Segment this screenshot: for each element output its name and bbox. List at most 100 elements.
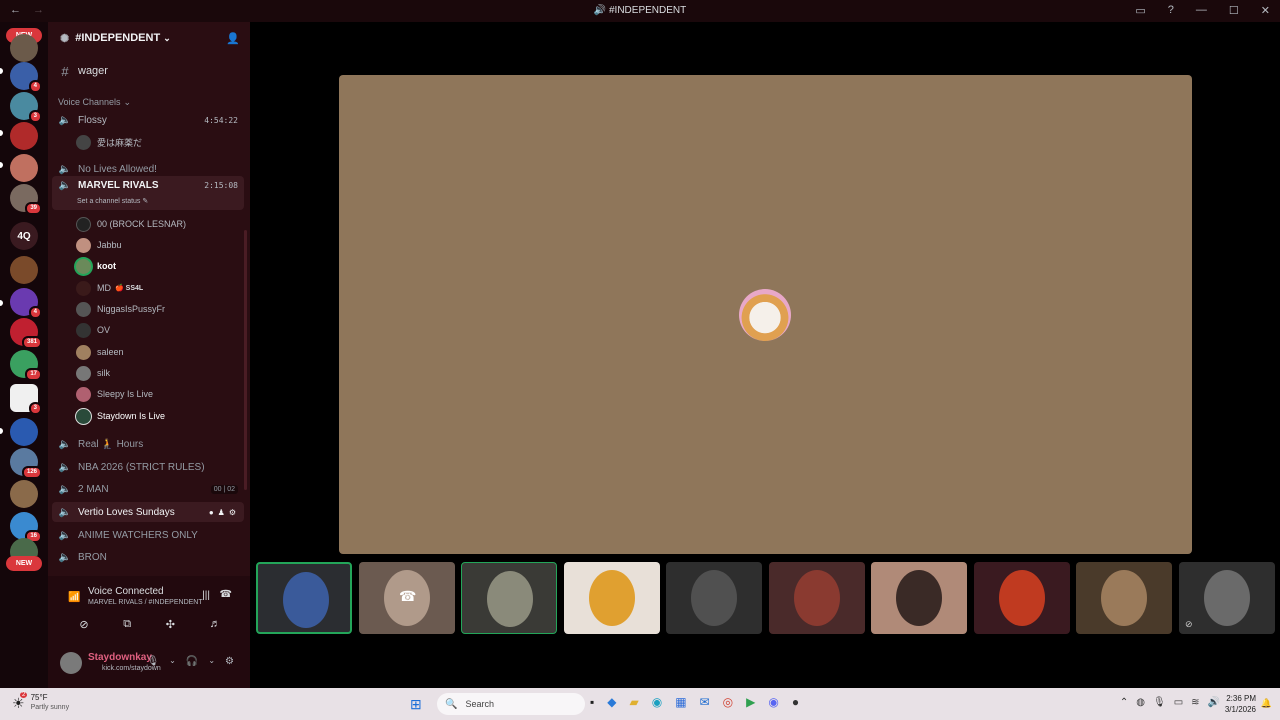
files-icon[interactable]: ▪	[590, 695, 594, 709]
username[interactable]: Staydownkay	[88, 652, 152, 663]
wifi-icon[interactable]: ≋	[1191, 697, 1199, 708]
minimize-icon[interactable]: —	[1196, 4, 1207, 17]
participant-tile[interactable]	[666, 562, 762, 634]
clock[interactable]: 2:36 PM 3/1/2026	[1225, 693, 1256, 715]
signal-icon[interactable]: 📶	[68, 592, 80, 603]
forward-button[interactable]: →	[33, 4, 44, 16]
speaker-icon: 🔈	[58, 506, 72, 518]
avatar[interactable]	[60, 652, 82, 674]
voice-user[interactable]: Sleepy Is Live	[76, 384, 153, 404]
soundboard-icon[interactable]: |||	[202, 590, 210, 601]
microphone-icon[interactable]: 🎙	[146, 656, 159, 667]
weather-icon: ☀ 2	[12, 691, 28, 711]
participant-tile[interactable]	[256, 562, 352, 634]
chevron-down-icon[interactable]: ⌄	[169, 656, 176, 667]
server-icon[interactable]: 17	[10, 350, 42, 381]
server-icon[interactable]	[10, 480, 38, 508]
back-button[interactable]: ←	[10, 4, 21, 16]
activities-icon[interactable]: ✣	[166, 618, 175, 638]
server-icon[interactable]	[10, 34, 38, 62]
microphone-icon[interactable]: 🎙	[1153, 697, 1166, 708]
server-icon[interactable]: 4	[10, 62, 42, 93]
voice-user[interactable]: koot	[76, 256, 116, 276]
voice-channel-path[interactable]: MARVEL RIVALS / #INDEPENDENT	[88, 599, 203, 606]
voice-channel-marvel-rivals[interactable]: 🔈 MARVEL RIVALS 2:15:08 Set a channel st…	[52, 176, 244, 210]
camera-off-icon[interactable]: ⊘	[79, 618, 88, 638]
search-box[interactable]: 🔍 Search	[437, 693, 585, 715]
outlook-icon[interactable]: ✉	[700, 695, 710, 709]
server-icon[interactable]	[10, 418, 38, 446]
voice-user[interactable]: 00 (BROCK LESNAR)	[76, 214, 186, 234]
voice-user[interactable]: Staydown Is Live	[76, 406, 165, 426]
chevron-up-icon[interactable]: ⌃	[1120, 697, 1128, 708]
voice-category[interactable]: Voice Channels ⌄	[52, 92, 244, 112]
voice-user[interactable]: saleen	[76, 342, 124, 362]
voice-channel-2-man[interactable]: 🔈 2 MAN 00 | 02	[52, 479, 244, 499]
server-icon[interactable]: 381	[10, 318, 42, 349]
voice-user[interactable]: 愛は麻薬だ	[76, 132, 142, 152]
display-icon[interactable]: ▭	[1174, 697, 1183, 708]
voice-channel-real-hours[interactable]: 🔈 Real 🧎 Hours	[52, 434, 244, 454]
invite-icon[interactable]: 👤	[226, 32, 240, 45]
focused-video-stage[interactable]	[339, 75, 1192, 554]
server-icon[interactable]: 16	[10, 512, 42, 543]
server-icon[interactable]: 4	[10, 288, 42, 319]
app-icon[interactable]: ◆	[607, 695, 616, 709]
participant-tile[interactable]	[1076, 562, 1172, 634]
store-icon[interactable]: ▦	[675, 695, 686, 709]
participant-tile[interactable]: ☎	[359, 562, 455, 634]
voice-channel-flossy[interactable]: 🔈 Flossy 4:54:22	[52, 110, 244, 130]
app-icon[interactable]: ▶	[746, 695, 755, 709]
gear-icon[interactable]: ⚙	[225, 656, 234, 667]
voice-channel-bron[interactable]: 🔈 BRON	[52, 547, 244, 567]
voice-channel-vertio[interactable]: 🔈 Vertio Loves Sundays ●♟⚙	[52, 502, 244, 522]
voice-user[interactable]: MD 🍎 SS4L	[76, 278, 143, 298]
disconnect-icon[interactable]: ☎	[220, 589, 232, 600]
network-icon[interactable]: ◍	[1136, 697, 1145, 708]
voice-user[interactable]: OV🎙̸	[76, 320, 250, 340]
server-icon[interactable]: 126	[10, 448, 42, 479]
edge-icon[interactable]: ◉	[652, 695, 662, 709]
participant-tile[interactable]	[974, 562, 1070, 634]
discord-icon[interactable]: ◉	[768, 695, 778, 709]
search-icon: 🔍	[445, 698, 458, 710]
headphones-icon[interactable]: 🎧	[186, 656, 198, 667]
server-header[interactable]: ✺ #INDEPENDENT ⌄ 👤	[48, 22, 250, 54]
server-icon[interactable]: 4Q	[10, 222, 38, 250]
windows-start-icon[interactable]: ⊞	[410, 696, 422, 713]
weather-widget[interactable]: ☀ 2 75°F Partly sunny	[12, 691, 69, 713]
chevron-down-icon[interactable]: ⌄	[208, 656, 215, 667]
participant-tile[interactable]: ⊘	[1179, 562, 1275, 634]
voice-user[interactable]: NiggasIsPussyFr	[76, 299, 165, 319]
soundboard-button-icon[interactable]: ♬	[210, 618, 221, 638]
app-icon[interactable]: ●	[792, 695, 799, 709]
text-channel-wager[interactable]: # wager	[52, 61, 244, 81]
server-icon[interactable]: 3	[10, 384, 42, 415]
notification-icon[interactable]: 🔔	[1261, 698, 1272, 709]
channel-status[interactable]: Set a channel status ✎	[77, 197, 148, 205]
folder-icon[interactable]: ▰	[630, 695, 639, 709]
voice-channel-anime[interactable]: 🔈 ANIME WATCHERS ONLY	[52, 525, 244, 545]
server-icon[interactable]	[10, 256, 38, 284]
screen-share-icon[interactable]: ⧉	[123, 618, 131, 638]
help-icon[interactable]: ?	[1168, 4, 1174, 17]
maximize-icon[interactable]: ☐	[1229, 4, 1239, 17]
voice-user[interactable]: silk	[76, 363, 110, 383]
participant-tile[interactable]	[871, 562, 967, 634]
scrollbar[interactable]	[244, 230, 247, 490]
server-icon[interactable]: 3	[10, 92, 42, 123]
participant-tile[interactable]	[769, 562, 865, 634]
inbox-icon[interactable]: ▭	[1135, 4, 1145, 17]
server-icon[interactable]	[10, 154, 38, 182]
channel-icon: 🔊	[593, 5, 609, 16]
voice-channel-nba[interactable]: 🔈 NBA 2026 (STRICT RULES)	[52, 457, 244, 477]
server-icon[interactable]	[10, 122, 38, 150]
volume-icon[interactable]: 🔊	[1208, 697, 1220, 708]
participant-tile[interactable]	[461, 562, 557, 634]
speaker-icon: 🔈	[58, 163, 72, 175]
server-icon[interactable]: 39	[10, 184, 42, 215]
close-icon[interactable]: ✕	[1261, 4, 1270, 17]
voice-user[interactable]: Jabbu	[76, 235, 122, 255]
chrome-icon[interactable]: ◎	[723, 695, 733, 709]
participant-tile[interactable]	[564, 562, 660, 634]
